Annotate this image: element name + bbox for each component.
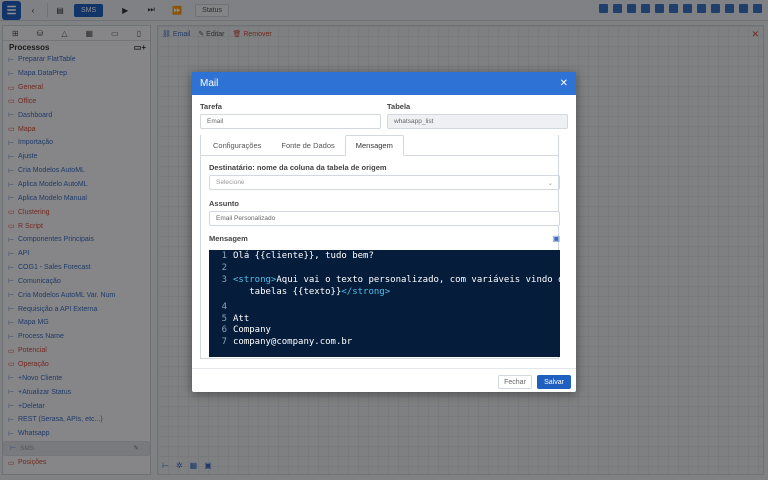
destinatario-select[interactable]: Selecione ⌄ (209, 175, 560, 190)
code-text-content: tabelas {{texto}} (233, 286, 342, 297)
code-text: Olá {{cliente}}, tudo bem? (233, 251, 374, 261)
fechar-button[interactable]: Fechar (498, 375, 532, 389)
code-line-wrap: tabelas {{texto}}</strong> (209, 287, 560, 299)
code-line: 5 Att (209, 314, 560, 326)
code-line: 4 (209, 302, 560, 314)
modal-tabs: Configurações Fonte de Dados Mensagem (201, 135, 558, 156)
tab-configuracoes[interactable]: Configurações (203, 135, 271, 155)
code-text: <strong>Aqui vai o texto personalizado, … (231, 275, 569, 287)
code-text: company@company.com.br (233, 336, 353, 347)
modal-footer: Fechar Salvar (192, 368, 576, 392)
close-icon[interactable]: ✕ (560, 78, 568, 89)
mensagem-label: Mensagem (209, 234, 248, 243)
tarefa-label: Tarefa (200, 102, 222, 111)
code-tag: <strong> (233, 275, 277, 285)
code-tag: </strong> (341, 286, 391, 297)
code-line: 2 (209, 263, 560, 275)
line-number: 1 (221, 251, 227, 261)
line-number: 5 (221, 313, 227, 324)
code-line: 7 company@company.com.br (209, 337, 560, 349)
destinatario-placeholder: Selecione (216, 179, 245, 186)
chevron-down-icon: ⌄ (547, 179, 553, 187)
code-text: tabelas {{texto}}</strong> (231, 287, 390, 299)
mail-modal: Mail ✕ Tarefa Email Tabela whatsapp_list… (192, 72, 576, 392)
code-line: 1 Olá {{cliente}}, tudo bem? (209, 251, 560, 263)
assunto-label: Assunto (209, 199, 239, 208)
modal-title: Mail (200, 78, 219, 89)
modal-header: Mail ✕ (192, 72, 576, 95)
line-number: 4 (221, 302, 227, 312)
tab-mensagem[interactable]: Mensagem (344, 135, 404, 156)
salvar-button[interactable]: Salvar (537, 375, 571, 389)
assunto-input[interactable]: Email Personalizado (209, 211, 560, 226)
code-text-content: Aqui vai o texto personalizado, com vari… (276, 275, 569, 285)
tab-fonte-de-dados[interactable]: Fonte de Dados (271, 135, 344, 155)
tarefa-input[interactable]: Email (200, 114, 381, 129)
destinatario-label: Destinatário: nome da coluna da tabela d… (209, 163, 387, 172)
code-line: 6 Company (209, 325, 560, 337)
line-number: 7 (221, 336, 227, 347)
tabela-label: Tabela (387, 102, 411, 111)
tab-panel: Configurações Fonte de Dados Mensagem De… (200, 135, 569, 359)
tabela-input: whatsapp_list (387, 114, 568, 129)
line-number: 2 (221, 262, 227, 273)
code-line: 3 <strong>Aqui vai o texto personalizado,… (209, 275, 569, 287)
line-number: 3 (221, 275, 227, 285)
expand-editor-icon[interactable]: ▣ (552, 234, 560, 243)
code-editor[interactable]: 1 Olá {{cliente}}, tudo bem? 2 3 <strong>A… (209, 250, 569, 357)
line-number: 6 (221, 325, 227, 335)
code-text: Att (233, 313, 250, 324)
code-text: Company (233, 325, 271, 335)
